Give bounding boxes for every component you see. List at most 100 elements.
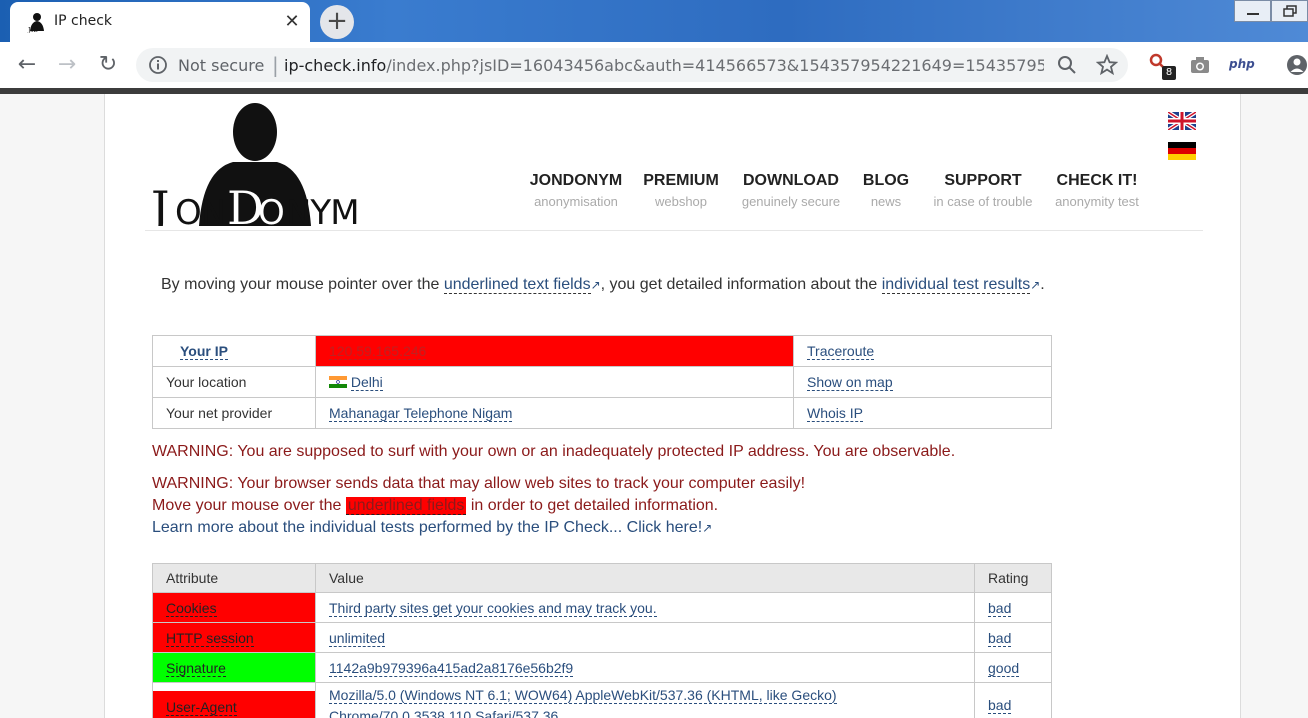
table-row: HTTP session unlimited bad bbox=[152, 622, 1052, 653]
value-cell: Third party sites get your cookies and m… bbox=[315, 592, 975, 623]
attribute-label[interactable]: User-Agent bbox=[166, 699, 237, 716]
your-ip-value-cell: 120.59.165.246 bbox=[315, 335, 794, 367]
nav-item-blog[interactable]: BLOG news bbox=[855, 172, 917, 209]
rating-cell: bad bbox=[974, 592, 1052, 623]
attribute-value[interactable]: Mozilla/5.0 (Windows NT 6.1; WOW64) Appl… bbox=[329, 687, 837, 704]
attribute-cell: Cookies bbox=[152, 592, 316, 623]
whois-link[interactable]: Whois IP bbox=[807, 405, 864, 422]
camera-icon[interactable] bbox=[1189, 55, 1211, 75]
mouse-hint: Move your mouse over the underlined fiel… bbox=[152, 497, 718, 515]
minimize-button[interactable] bbox=[1234, 0, 1271, 22]
restore-button[interactable] bbox=[1271, 0, 1308, 22]
intro-text: By moving your mouse pointer over the un… bbox=[161, 276, 1045, 294]
window-controls bbox=[1234, 0, 1308, 22]
nav-subtitle: webshop bbox=[654, 194, 708, 209]
tab-close-icon[interactable]: ✕ bbox=[280, 10, 304, 34]
url-path: /index.php?jsID=16043456abc&auth=4145665… bbox=[386, 56, 1044, 75]
rating-value[interactable]: bad bbox=[988, 599, 1012, 617]
underlined-text-fields-link[interactable]: underlined text fields bbox=[443, 276, 591, 294]
svg-text:ON: ON bbox=[175, 193, 225, 226]
provider-label-cell: Your net provider bbox=[152, 397, 316, 429]
show-on-map-link[interactable]: Show on map bbox=[807, 374, 893, 391]
learn-more-link[interactable]: Learn more about the individual tests pe… bbox=[152, 519, 712, 537]
reload-icon[interactable]: ↻ bbox=[95, 52, 121, 78]
cell-gap bbox=[153, 683, 315, 691]
info-icon[interactable] bbox=[148, 55, 168, 75]
location-label: Your location bbox=[166, 374, 247, 390]
traceroute-cell: Traceroute bbox=[793, 335, 1052, 367]
profile-avatar-icon[interactable] bbox=[1286, 53, 1308, 77]
restore-icon bbox=[1282, 5, 1297, 17]
table-row: Signature 1142a9b979396a415ad2a8176e56b2… bbox=[152, 652, 1052, 683]
attribute-red-fill: User-Agent bbox=[153, 691, 315, 718]
individual-test-results-link[interactable]: individual test results bbox=[881, 276, 1031, 294]
nav-item-download[interactable]: DOWNLOAD genuinely secure bbox=[735, 172, 847, 209]
php-extension-icon[interactable]: php bbox=[1229, 57, 1255, 71]
nav-subtitle: anonymisation bbox=[534, 194, 618, 209]
tab-strip: JsD IP check ✕ + bbox=[0, 0, 1308, 42]
bookmark-star-icon[interactable] bbox=[1096, 54, 1118, 76]
value-header: Value bbox=[315, 563, 975, 593]
underlined-fields-highlight[interactable]: underlined fields bbox=[345, 497, 467, 515]
attribute-cell: User-Agent bbox=[152, 682, 316, 718]
your-ip-label-cell: Your IP bbox=[152, 335, 316, 367]
nav-title: BLOG bbox=[862, 172, 910, 189]
your-ip-value[interactable]: 120.59.165.246 bbox=[329, 343, 427, 360]
rating-value[interactable]: good bbox=[988, 659, 1020, 677]
table-row: Cookies Third party sites get your cooki… bbox=[152, 592, 1052, 623]
location-value-cell: Delhi bbox=[315, 366, 794, 398]
nav-subtitle: genuinely secure bbox=[741, 194, 841, 209]
uk-flag-icon[interactable] bbox=[1168, 112, 1196, 130]
attribute-cell: Signature bbox=[152, 652, 316, 683]
mouse-hint-part: in order to get detailed information. bbox=[466, 497, 719, 514]
jondonym-logo[interactable]: J ON D O NYM bbox=[151, 100, 373, 226]
nav-title: DOWNLOAD bbox=[743, 172, 839, 189]
rating-value[interactable]: bad bbox=[988, 697, 1012, 714]
zoom-search-icon[interactable] bbox=[1056, 54, 1078, 76]
nav-item-support[interactable]: SUPPORT in case of trouble bbox=[925, 172, 1041, 209]
nav-title: JONDONYM bbox=[529, 172, 623, 189]
attribute-label[interactable]: Cookies bbox=[166, 599, 217, 617]
value-cell: unlimited bbox=[315, 622, 975, 653]
traceroute-link[interactable]: Traceroute bbox=[807, 343, 875, 360]
nav-title: SUPPORT bbox=[944, 172, 1022, 189]
nav-subtitle: anonymity test bbox=[1055, 194, 1139, 209]
browser-tab[interactable]: JsD IP check ✕ bbox=[10, 2, 310, 42]
browser-toolbar: ← → ↻ Not secure | ip-check.info/index.p… bbox=[0, 42, 1308, 88]
attribute-value[interactable]: 1142a9b979396a415ad2a8176e56b2f9 bbox=[329, 659, 574, 677]
table-row: Your location Delhi Show on map bbox=[152, 366, 1052, 398]
address-bar[interactable]: Not secure | ip-check.info/index.php?jsI… bbox=[136, 48, 1128, 82]
attribute-value-cont[interactable]: Chrome/70.0.3538.110 Safari/537.36 bbox=[329, 708, 559, 718]
url-text[interactable]: ip-check.info/index.php?jsID=16043456abc… bbox=[284, 56, 1044, 75]
attribute-label[interactable]: HTTP session bbox=[166, 629, 254, 647]
location-value[interactable]: Delhi bbox=[350, 374, 383, 391]
forward-icon[interactable]: → bbox=[54, 52, 80, 78]
intro-part: , you get detailed information about the bbox=[600, 276, 882, 293]
nav-item-check-it[interactable]: CHECK IT! anonymity test bbox=[1047, 172, 1147, 209]
nav-subtitle: in case of trouble bbox=[933, 194, 1033, 209]
external-link-icon: ↗ bbox=[590, 278, 601, 292]
attribute-label[interactable]: Signature bbox=[166, 659, 226, 677]
back-icon[interactable]: ← bbox=[14, 52, 40, 78]
browser-warning: WARNING: Your browser sends data that ma… bbox=[152, 475, 806, 492]
attribute-value[interactable]: unlimited bbox=[329, 629, 386, 647]
show-on-map-cell: Show on map bbox=[793, 366, 1052, 398]
minimize-icon bbox=[1246, 13, 1259, 15]
header-divider bbox=[145, 230, 1203, 231]
url-host: ip-check.info bbox=[284, 56, 387, 75]
new-tab-button[interactable]: + bbox=[320, 5, 354, 39]
india-flag-icon bbox=[329, 376, 347, 388]
your-ip-label[interactable]: Your IP bbox=[180, 343, 228, 360]
rating-value[interactable]: bad bbox=[988, 629, 1012, 647]
extension-badge: 8 bbox=[1162, 66, 1176, 80]
attribute-value[interactable]: Third party sites get your cookies and m… bbox=[329, 599, 657, 617]
svg-text:NYM: NYM bbox=[286, 193, 359, 226]
german-flag-icon[interactable] bbox=[1168, 142, 1196, 160]
table-row: Your IP 120.59.165.246 Traceroute bbox=[152, 335, 1052, 367]
rating-header: Rating bbox=[974, 563, 1052, 593]
provider-value[interactable]: Mahanagar Telephone Nigam bbox=[329, 405, 513, 422]
whois-cell: Whois IP bbox=[793, 397, 1052, 429]
nav-item-premium[interactable]: PREMIUM webshop bbox=[635, 172, 727, 209]
nav-item-jondonym[interactable]: JONDONYM anonymisation bbox=[523, 172, 629, 209]
provider-value-cell: Mahanagar Telephone Nigam bbox=[315, 397, 794, 429]
